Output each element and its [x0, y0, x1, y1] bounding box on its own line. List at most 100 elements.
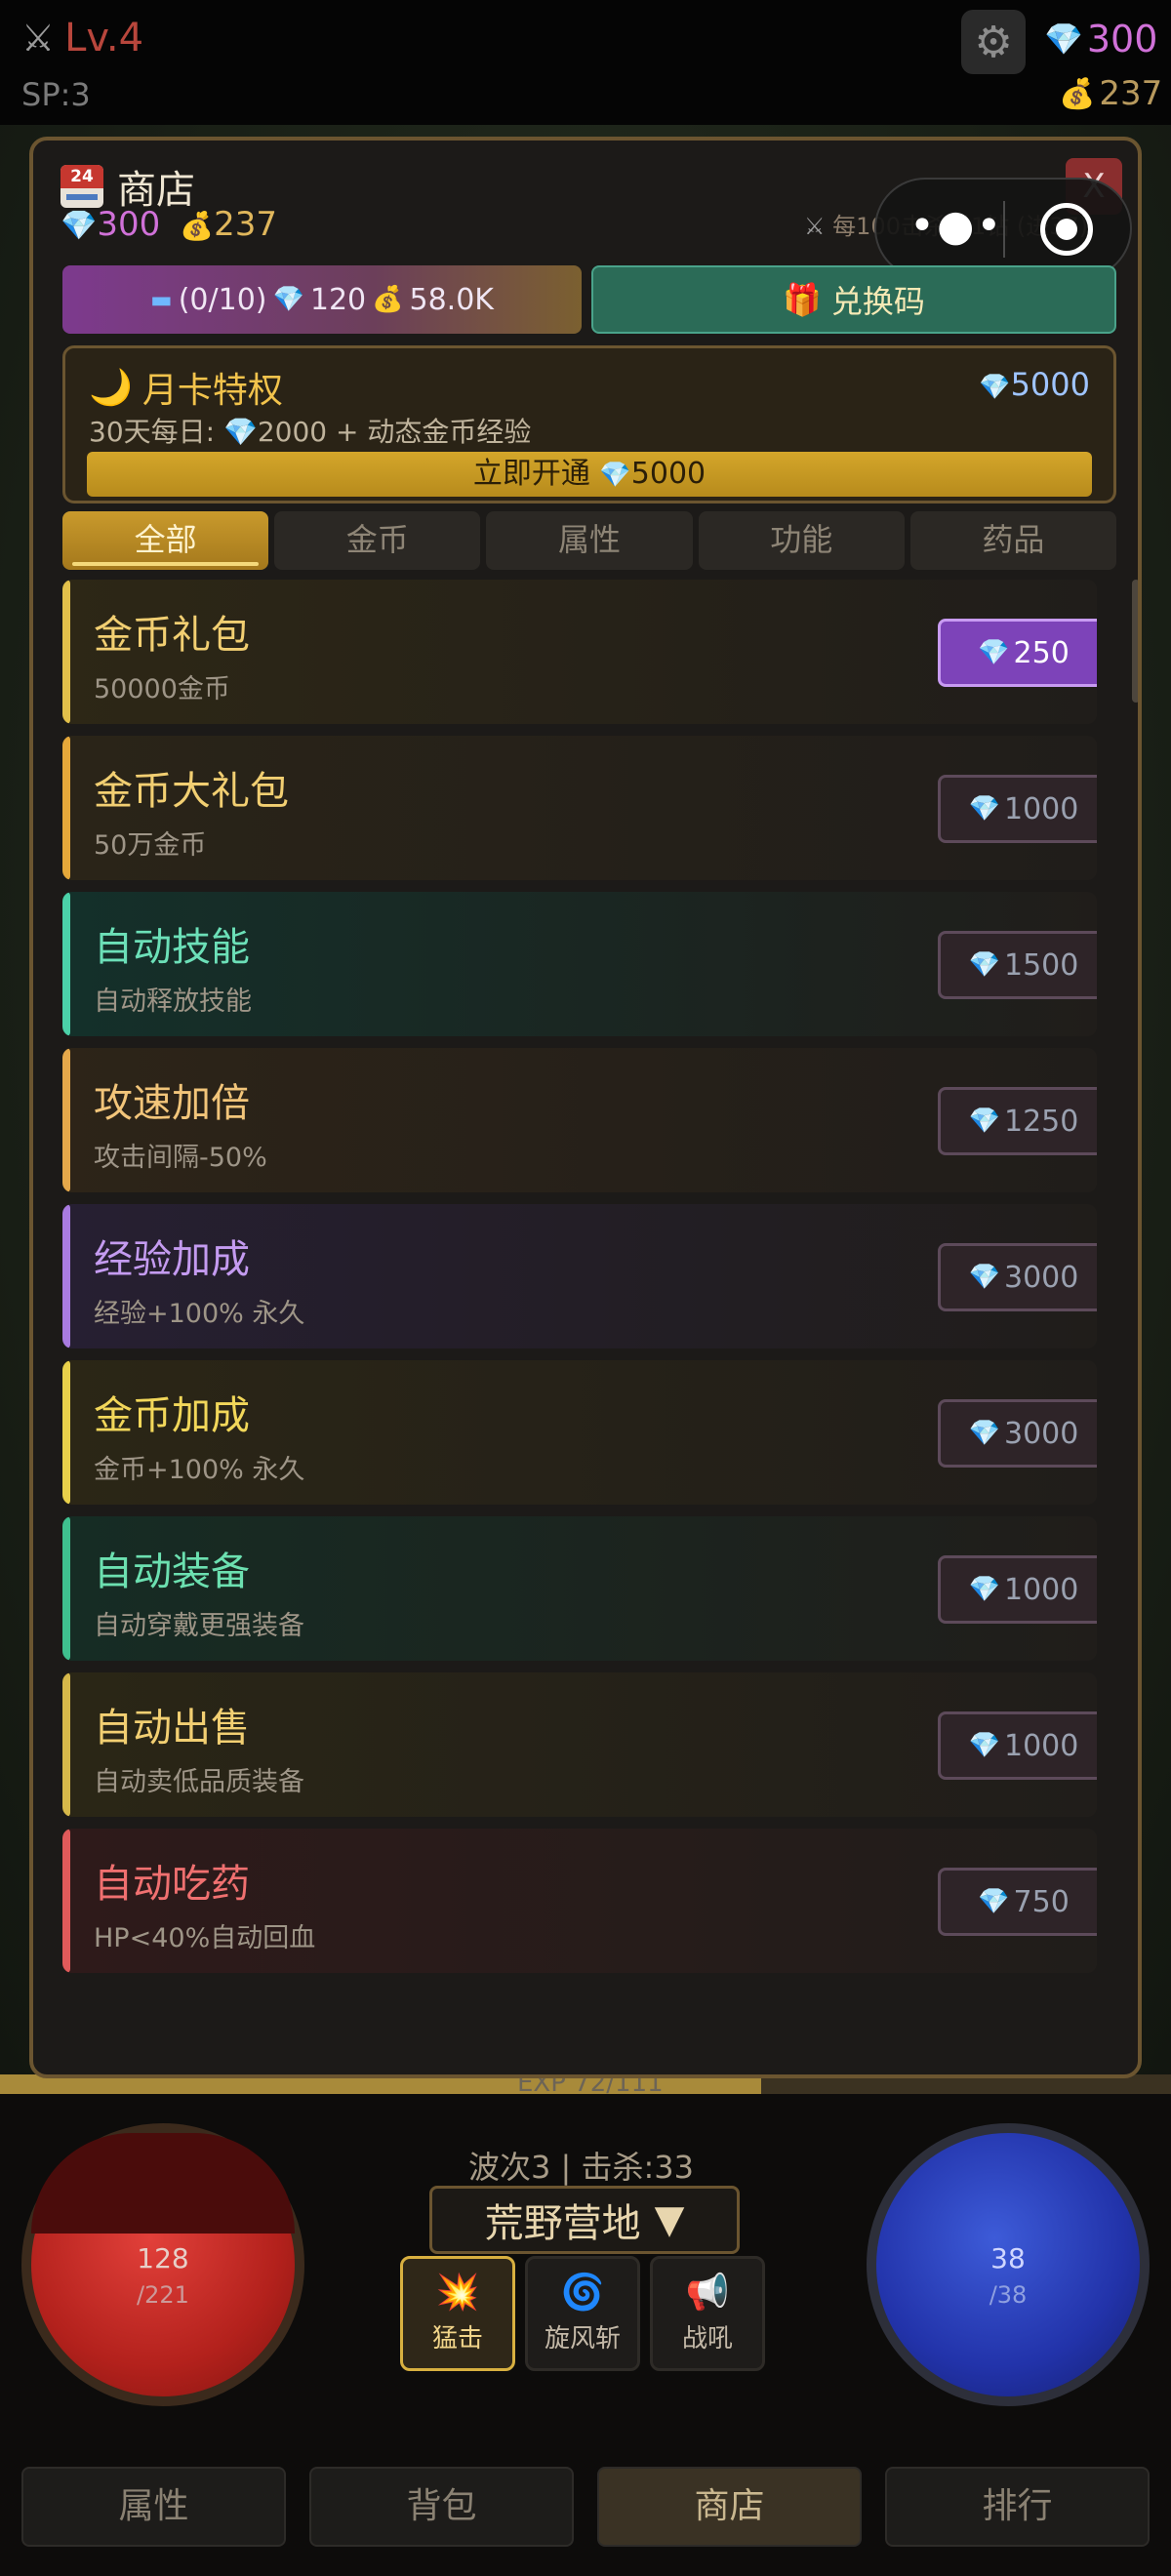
- calendar-store-icon: [61, 165, 103, 208]
- wave-kill-counter: 波次3 | 击杀:33: [468, 2149, 694, 2186]
- tab-gold[interactable]: 金币: [274, 511, 481, 570]
- gem-icon: 💎: [968, 1731, 1000, 1760]
- topup-gold: 58.0K: [409, 282, 494, 317]
- list-item: 自动吃药 HP<40%自动回血 💎 750: [62, 1829, 1097, 1973]
- item-price: 250: [1013, 635, 1070, 670]
- buy-button[interactable]: 💎 750: [938, 1868, 1097, 1936]
- mp-orb: 38 /38: [867, 2123, 1150, 2406]
- shop-action-row: ▬ (0/10) 💎 120 💰 58.0K 🎁 兑换码: [62, 265, 1116, 334]
- bottom-nav: 属性 背包 商店 排行: [21, 2467, 1150, 2547]
- item-accent-bar: [62, 1360, 70, 1505]
- nav-shop[interactable]: 商店: [597, 2467, 862, 2547]
- nav-ranking[interactable]: 排行: [885, 2467, 1150, 2547]
- item-name: 自动装备: [94, 1550, 250, 1594]
- buy-button[interactable]: 💎 3000: [938, 1399, 1097, 1468]
- gem-counter: 💎 300: [1044, 18, 1157, 60]
- item-desc: 自动释放技能: [94, 986, 252, 1017]
- item-name: 自动技能: [94, 925, 250, 970]
- zone-selector[interactable]: 荒野营地 ▼: [429, 2186, 740, 2254]
- open-price: 5000: [630, 457, 707, 491]
- gem-icon: 💎: [272, 285, 304, 314]
- item-accent-bar: [62, 580, 70, 724]
- item-price: 1000: [1004, 791, 1079, 826]
- topup-count: (0/10): [178, 282, 267, 317]
- buy-button[interactable]: 💎 1250: [938, 1087, 1097, 1155]
- dropdown-triangle-icon: ▼: [654, 2197, 685, 2242]
- list-item: 金币礼包 50000金币 💎 250: [62, 580, 1097, 724]
- item-desc: 自动卖低品质装备: [94, 1767, 304, 1797]
- buy-button[interactable]: 💎 1000: [938, 1555, 1097, 1624]
- item-name: 金币礼包: [94, 613, 250, 658]
- gem-icon: 💎: [968, 794, 1000, 824]
- top-hud: ⚔ Lv.4 SP:3 ⚙ 💎 300 💰 237: [0, 0, 1171, 125]
- item-desc: 50000金币: [94, 674, 230, 704]
- buy-button[interactable]: 💎 1000: [938, 775, 1097, 843]
- moon-icon: 🌙: [89, 368, 133, 408]
- list-item: 攻速加倍 攻击间隔-50% 💎 1250: [62, 1048, 1097, 1192]
- monthly-card-open-button[interactable]: 立即开通 💎5000: [87, 452, 1092, 497]
- skill-points: SP:3: [21, 76, 91, 113]
- buy-button[interactable]: 💎 3000: [938, 1243, 1097, 1311]
- skill-slot-smash[interactable]: 💥 猛击: [400, 2256, 515, 2371]
- monthly-card-title-text: 月卡特权: [141, 371, 283, 411]
- item-desc: 自动穿戴更强装备: [94, 1611, 304, 1641]
- settings-gear-icon[interactable]: ⚙: [961, 10, 1026, 74]
- list-item: 金币大礼包 50万金币 💎 1000: [62, 736, 1097, 880]
- redeem-label: 兑换码: [830, 283, 925, 320]
- tab-all[interactable]: 全部: [62, 511, 269, 570]
- item-accent-bar: [62, 736, 70, 880]
- skill-bar: 💥 猛击 🌀 旋风斩 📢 战吼: [400, 2256, 765, 2371]
- crossed-swords-icon: ⚔: [21, 17, 56, 60]
- item-name: 经验加成: [94, 1237, 250, 1282]
- gold-counter: 💰 237: [1059, 74, 1162, 113]
- money-bag-icon: 💰: [180, 210, 215, 242]
- burst-icon: 💥: [435, 2272, 480, 2313]
- gift-icon: 🎁: [783, 281, 822, 318]
- item-name: 攻速加倍: [94, 1081, 250, 1126]
- list-item: 自动技能 自动释放技能 💎 1500: [62, 892, 1097, 1036]
- item-desc: 攻击间隔-50%: [94, 1143, 267, 1173]
- list-item: 自动装备 自动穿戴更强装备 💎 1000: [62, 1516, 1097, 1661]
- capsule-divider: [1003, 201, 1005, 258]
- crossed-swords-icon: ⚔: [804, 213, 826, 240]
- gem-icon: 💎: [979, 373, 1011, 402]
- gem-icon: 💎: [978, 638, 1010, 667]
- nav-attributes[interactable]: 属性: [21, 2467, 286, 2547]
- nav-inventory[interactable]: 背包: [309, 2467, 574, 2547]
- buy-button[interactable]: 💎 250: [938, 619, 1097, 687]
- item-price: 1500: [1004, 947, 1079, 983]
- item-accent-bar: [62, 1048, 70, 1192]
- item-price: 3000: [1004, 1260, 1079, 1295]
- list-item: 自动出售 自动卖低品质装备 💎 1000: [62, 1672, 1097, 1817]
- buy-button[interactable]: 💎 1000: [938, 1711, 1097, 1780]
- topup-button[interactable]: ▬ (0/10) 💎 120 💰 58.0K: [62, 265, 582, 334]
- skill-slot-whirlwind[interactable]: 🌀 旋风斩: [525, 2256, 640, 2371]
- tab-attributes[interactable]: 属性: [486, 511, 693, 570]
- redeem-code-button[interactable]: 🎁 兑换码: [591, 265, 1116, 334]
- more-options-icon[interactable]: •●•: [909, 201, 1003, 251]
- list-item: 金币加成 金币+100% 永久 💎 3000: [62, 1360, 1097, 1505]
- gem-icon: 💎: [1044, 20, 1083, 58]
- monthly-card-panel: 🌙 月卡特权 💎5000 30天每日: 💎2000 + 动态金币经验 立即开通 …: [62, 345, 1116, 503]
- combat-hud: 128 /221 波次3 | 击杀:33 荒野营地 ▼ 💥 猛击 🌀 旋风斩 📢…: [0, 2094, 1171, 2576]
- monthly-card-price-value: 5000: [1010, 366, 1090, 403]
- exit-target-icon[interactable]: [1040, 203, 1093, 256]
- mp-value: 38: [990, 2242, 1026, 2274]
- shop-gems: 💎300: [61, 205, 160, 244]
- buy-button[interactable]: 💎 1500: [938, 931, 1097, 999]
- money-bag-icon: 💰: [1059, 76, 1096, 111]
- ticket-icon: ▬: [150, 286, 173, 313]
- gem-icon: 💎: [968, 1419, 1000, 1448]
- skill-name: 旋风斩: [544, 2323, 621, 2354]
- item-name: 金币大礼包: [94, 769, 289, 814]
- item-accent-bar: [62, 1516, 70, 1661]
- hp-orb: 128 /221: [21, 2123, 304, 2406]
- item-desc: 经验+100% 永久: [94, 1299, 305, 1329]
- tab-potions[interactable]: 药品: [909, 511, 1117, 570]
- tab-functions[interactable]: 功能: [698, 511, 905, 570]
- skill-slot-warcry[interactable]: 📢 战吼: [650, 2256, 765, 2371]
- scrollbar-thumb[interactable]: [1132, 580, 1138, 703]
- list-item: 经验加成 经验+100% 永久 💎 3000: [62, 1204, 1097, 1348]
- gem-icon: 💎: [968, 950, 1000, 980]
- skill-name: 猛击: [431, 2323, 483, 2354]
